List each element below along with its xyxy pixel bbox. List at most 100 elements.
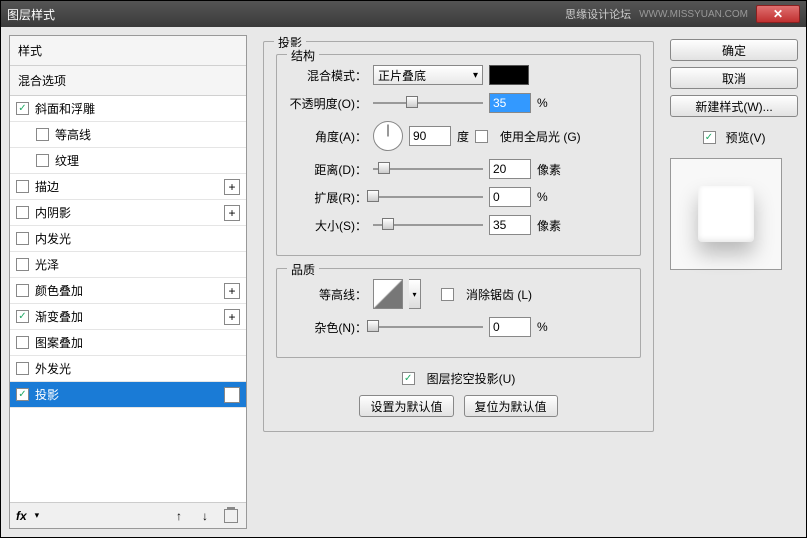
structure-legend: 结构 <box>287 47 319 64</box>
style-checkbox[interactable] <box>16 258 29 271</box>
move-down-icon[interactable]: ↓ <box>196 507 214 525</box>
cancel-button[interactable]: 取消 <box>670 67 798 89</box>
style-item-4[interactable]: 内阴影+ <box>10 200 246 226</box>
style-item-1[interactable]: 等高线 <box>10 122 246 148</box>
angle-unit: 度 <box>457 128 469 145</box>
quality-legend: 品质 <box>287 261 319 278</box>
style-item-label: 等高线 <box>55 126 240 143</box>
opacity-slider[interactable] <box>373 96 483 110</box>
styles-header: 样式 <box>10 36 246 66</box>
angle-dial[interactable] <box>373 121 403 151</box>
style-checkbox[interactable] <box>16 388 29 401</box>
style-item-9[interactable]: 图案叠加 <box>10 330 246 356</box>
size-input[interactable]: 35 <box>489 215 531 235</box>
spread-slider[interactable] <box>373 190 483 204</box>
knockout-label: 图层挖空投影(U) <box>427 370 516 387</box>
style-item-3[interactable]: 描边+ <box>10 174 246 200</box>
add-effect-icon[interactable]: + <box>224 387 240 403</box>
opacity-input[interactable]: 35 <box>489 93 531 113</box>
style-item-label: 描边 <box>35 178 224 195</box>
ok-button[interactable]: 确定 <box>670 39 798 61</box>
close-button[interactable]: ✕ <box>756 5 800 23</box>
forum-text: 思缘设计论坛 <box>565 6 631 22</box>
styles-footer: fx ▾ ↑ ↓ <box>10 502 246 528</box>
blend-mode-label: 混合模式： <box>289 67 367 84</box>
preview-label: 预览(V) <box>726 129 766 146</box>
dialog-body: 样式 混合选项 斜面和浮雕等高线纹理描边+内阴影+内发光光泽颜色叠加+渐变叠加+… <box>1 27 806 537</box>
preview-checkbox[interactable] <box>703 131 716 144</box>
noise-slider[interactable] <box>373 320 483 334</box>
size-slider[interactable] <box>373 218 483 232</box>
style-item-label: 图案叠加 <box>35 334 240 351</box>
style-checkbox[interactable] <box>16 310 29 323</box>
style-checkbox[interactable] <box>36 128 49 141</box>
angle-input[interactable]: 90 <box>409 126 451 146</box>
antialias-label: 消除锯齿 (L) <box>466 286 532 303</box>
spread-input[interactable]: 0 <box>489 187 531 207</box>
style-checkbox[interactable] <box>16 336 29 349</box>
opacity-label: 不透明度(O)： <box>289 95 367 112</box>
opacity-unit: % <box>537 96 567 110</box>
antialias-checkbox[interactable] <box>441 288 454 301</box>
move-up-icon[interactable]: ↑ <box>170 507 188 525</box>
style-item-label: 内发光 <box>35 230 240 247</box>
angle-label: 角度(A)： <box>289 128 367 145</box>
distance-slider[interactable] <box>373 162 483 176</box>
distance-unit: 像素 <box>537 161 567 178</box>
add-effect-icon[interactable]: + <box>224 283 240 299</box>
distance-label: 距离(D)： <box>289 161 367 178</box>
preview-box <box>670 158 782 270</box>
add-effect-icon[interactable]: + <box>224 205 240 221</box>
style-item-2[interactable]: 纹理 <box>10 148 246 174</box>
styles-panel: 样式 混合选项 斜面和浮雕等高线纹理描边+内阴影+内发光光泽颜色叠加+渐变叠加+… <box>9 35 247 529</box>
noise-unit: % <box>537 320 567 334</box>
noise-input[interactable]: 0 <box>489 317 531 337</box>
style-item-8[interactable]: 渐变叠加+ <box>10 304 246 330</box>
style-checkbox[interactable] <box>16 180 29 193</box>
knockout-checkbox[interactable] <box>402 372 415 385</box>
reset-default-button[interactable]: 复位为默认值 <box>464 395 558 417</box>
style-item-label: 光泽 <box>35 256 240 273</box>
style-item-11[interactable]: 投影+ <box>10 382 246 408</box>
distance-input[interactable]: 20 <box>489 159 531 179</box>
global-light-label: 使用全局光 (G) <box>500 128 581 145</box>
trash-icon[interactable] <box>222 507 240 525</box>
url-text: WWW.MISSYUAN.COM <box>639 9 748 20</box>
new-style-button[interactable]: 新建样式(W)... <box>670 95 798 117</box>
global-light-checkbox[interactable] <box>475 130 488 143</box>
style-item-10[interactable]: 外发光 <box>10 356 246 382</box>
blend-mode-select[interactable]: 正片叠底 <box>373 65 483 85</box>
fx-label[interactable]: fx <box>16 509 27 523</box>
size-unit: 像素 <box>537 217 567 234</box>
style-item-0[interactable]: 斜面和浮雕 <box>10 96 246 122</box>
add-effect-icon[interactable]: + <box>224 179 240 195</box>
window-title: 图层样式 <box>7 6 565 23</box>
style-checkbox[interactable] <box>16 206 29 219</box>
noise-label: 杂色(N)： <box>289 319 367 336</box>
style-item-label: 斜面和浮雕 <box>35 100 240 117</box>
layer-style-dialog: 图层样式 思缘设计论坛 WWW.MISSYUAN.COM ✕ 样式 混合选项 斜… <box>0 0 807 538</box>
style-item-label: 渐变叠加 <box>35 308 224 325</box>
style-checkbox[interactable] <box>16 284 29 297</box>
style-item-label: 纹理 <box>55 152 240 169</box>
titlebar: 图层样式 思缘设计论坛 WWW.MISSYUAN.COM ✕ <box>1 1 806 27</box>
contour-picker[interactable] <box>373 279 403 309</box>
shadow-color-swatch[interactable] <box>489 65 529 85</box>
style-checkbox[interactable] <box>36 154 49 167</box>
style-checkbox[interactable] <box>16 102 29 115</box>
add-effect-icon[interactable]: + <box>224 309 240 325</box>
style-item-7[interactable]: 颜色叠加+ <box>10 278 246 304</box>
blend-options-header[interactable]: 混合选项 <box>10 66 246 96</box>
contour-dropdown[interactable]: ▾ <box>409 279 421 309</box>
style-item-label: 内阴影 <box>35 204 224 221</box>
style-item-6[interactable]: 光泽 <box>10 252 246 278</box>
style-checkbox[interactable] <box>16 232 29 245</box>
preview-shape <box>698 186 754 242</box>
make-default-button[interactable]: 设置为默认值 <box>359 395 453 417</box>
style-item-label: 颜色叠加 <box>35 282 224 299</box>
style-item-5[interactable]: 内发光 <box>10 226 246 252</box>
size-label: 大小(S)： <box>289 217 367 234</box>
style-item-label: 外发光 <box>35 360 240 377</box>
fx-menu-caret[interactable]: ▾ <box>35 510 40 521</box>
style-checkbox[interactable] <box>16 362 29 375</box>
